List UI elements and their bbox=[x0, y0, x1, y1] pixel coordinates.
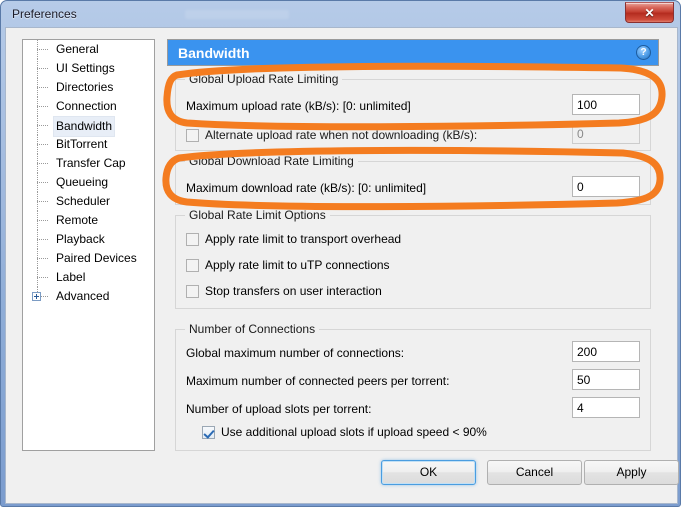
sidebar-item-ui-settings[interactable]: UI Settings bbox=[23, 59, 154, 78]
sidebar-item-queueing[interactable]: Queueing bbox=[23, 173, 154, 192]
ok-button[interactable]: OK bbox=[381, 460, 476, 485]
global-rate-limit-options-group: Global Rate Limit Options Apply rate lim… bbox=[175, 208, 651, 309]
sidebar-item-label: Paired Devices bbox=[56, 251, 137, 265]
apply-button[interactable]: Apply bbox=[584, 460, 679, 485]
max-peers-per-torrent-label: Maximum number of connected peers per to… bbox=[186, 374, 450, 388]
sidebar-item-general[interactable]: General bbox=[23, 40, 154, 59]
upload-slots-per-torrent-input[interactable] bbox=[572, 397, 640, 418]
global-upload-rate-limiting-group: Global Upload Rate Limiting Maximum uplo… bbox=[175, 72, 651, 151]
preferences-window: Preferences ✕ General UI Settings Direct… bbox=[0, 0, 681, 507]
sidebar-item-label: Advanced bbox=[56, 289, 110, 303]
plus-expander-icon[interactable] bbox=[32, 292, 41, 301]
sidebar-item-bittorrent[interactable]: BitTorrent bbox=[23, 135, 154, 154]
window-title: Preferences bbox=[12, 7, 77, 21]
sidebar-item-paired-devices[interactable]: Paired Devices bbox=[23, 249, 154, 268]
sidebar-item-connection[interactable]: Connection bbox=[23, 97, 154, 116]
max-upload-rate-input[interactable] bbox=[572, 94, 640, 115]
sidebar-item-label[interactable]: Label bbox=[23, 268, 154, 287]
alternate-upload-rate-row[interactable]: Alternate upload rate when not downloadi… bbox=[186, 128, 477, 142]
bandwidth-settings-panel: Bandwidth ? Global Upload Rate Limiting … bbox=[167, 39, 659, 451]
close-icon: ✕ bbox=[644, 5, 655, 20]
page-title: Bandwidth bbox=[178, 45, 250, 61]
alternate-upload-rate-input[interactable] bbox=[572, 123, 640, 144]
additional-upload-slots-row[interactable]: Use additional upload slots if upload sp… bbox=[202, 425, 487, 439]
sidebar-item-label: General bbox=[56, 42, 99, 56]
sidebar-item-label: Queueing bbox=[56, 175, 109, 189]
max-upload-rate-label: Maximum upload rate (kB/s): [0: unlimite… bbox=[186, 99, 411, 113]
sidebar-item-advanced[interactable]: Advanced bbox=[23, 287, 154, 306]
sidebar-item-label: Directories bbox=[56, 80, 114, 94]
sidebar-item-label: UI Settings bbox=[56, 61, 115, 75]
sidebar-item-bandwidth[interactable]: Bandwidth bbox=[23, 116, 154, 137]
cancel-button[interactable]: Cancel bbox=[487, 460, 582, 485]
sidebar-item-label: Transfer Cap bbox=[56, 156, 126, 170]
alternate-upload-rate-label: Alternate upload rate when not downloadi… bbox=[205, 128, 478, 142]
option-label: Stop transfers on user interaction bbox=[205, 284, 382, 298]
sidebar-item-directories[interactable]: Directories bbox=[23, 78, 154, 97]
help-icon[interactable]: ? bbox=[636, 45, 651, 60]
apply-rate-limit-transport-overhead-checkbox[interactable] bbox=[186, 232, 199, 246]
sidebar-item-scheduler[interactable]: Scheduler bbox=[23, 192, 154, 211]
option-label: Apply rate limit to transport overhead bbox=[205, 232, 402, 246]
additional-upload-slots-label: Use additional upload slots if upload sp… bbox=[221, 425, 487, 439]
stop-transfers-user-interaction-checkbox[interactable] bbox=[186, 284, 199, 298]
stop-transfers-user-interaction-row[interactable]: Stop transfers on user interaction bbox=[186, 284, 382, 298]
apply-rate-limit-utp-row[interactable]: Apply rate limit to uTP connections bbox=[186, 258, 390, 272]
settings-category-tree[interactable]: General UI Settings Directories Connecti… bbox=[22, 39, 155, 451]
sidebar-item-remote[interactable]: Remote bbox=[23, 211, 154, 230]
sidebar-item-label: Scheduler bbox=[56, 194, 111, 208]
option-label: Apply rate limit to uTP connections bbox=[205, 258, 390, 272]
max-download-rate-input[interactable] bbox=[572, 176, 640, 197]
close-button[interactable]: ✕ bbox=[625, 2, 674, 23]
sidebar-item-label: Remote bbox=[56, 213, 99, 227]
sidebar-item-playback[interactable]: Playback bbox=[23, 230, 154, 249]
max-peers-per-torrent-input[interactable] bbox=[572, 369, 640, 390]
sidebar-item-label: Label bbox=[56, 270, 86, 284]
additional-upload-slots-checkbox[interactable] bbox=[202, 425, 215, 439]
panel-header: Bandwidth ? bbox=[167, 39, 659, 66]
upload-slots-per-torrent-label: Number of upload slots per torrent: bbox=[186, 402, 372, 416]
apply-rate-limit-utp-checkbox[interactable] bbox=[186, 258, 199, 272]
title-bar-ghost-text bbox=[185, 10, 289, 19]
group-legend: Number of Connections bbox=[185, 322, 320, 336]
group-legend: Global Rate Limit Options bbox=[185, 208, 330, 222]
global-download-rate-limiting-group: Global Download Rate Limiting Maximum do… bbox=[175, 154, 651, 205]
sidebar-item-label: Playback bbox=[56, 232, 105, 246]
sidebar-item-label: Connection bbox=[56, 99, 117, 113]
apply-rate-limit-transport-overhead-row[interactable]: Apply rate limit to transport overhead bbox=[186, 232, 401, 246]
sidebar-item-label: Bandwidth bbox=[53, 116, 116, 137]
global-max-connections-label: Global maximum number of connections: bbox=[186, 346, 405, 360]
group-legend: Global Download Rate Limiting bbox=[185, 154, 358, 168]
group-legend: Global Upload Rate Limiting bbox=[185, 72, 343, 86]
dialog-client-area: General UI Settings Directories Connecti… bbox=[5, 27, 679, 504]
max-download-rate-label: Maximum download rate (kB/s): [0: unlimi… bbox=[186, 181, 427, 195]
number-of-connections-group: Number of Connections Global maximum num… bbox=[175, 322, 651, 451]
sidebar-item-transfer-cap[interactable]: Transfer Cap bbox=[23, 154, 154, 173]
title-bar: Preferences ✕ bbox=[1, 1, 681, 30]
global-max-connections-input[interactable] bbox=[572, 341, 640, 362]
sidebar-item-label: BitTorrent bbox=[56, 137, 108, 151]
alternate-upload-rate-checkbox[interactable] bbox=[186, 128, 199, 142]
